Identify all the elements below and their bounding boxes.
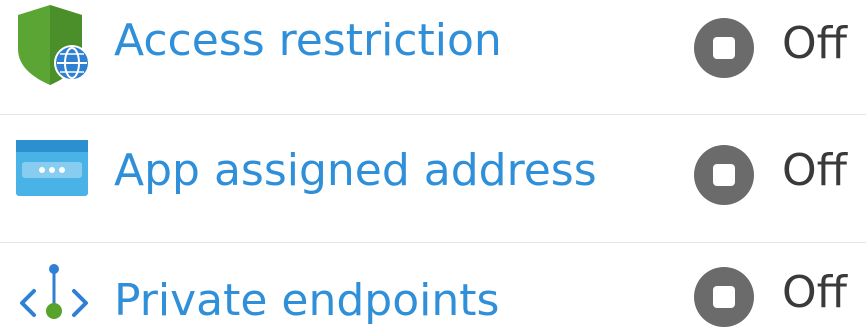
list-item-private-endpoints: Private endpoints Off [0, 243, 866, 330]
stop-status-icon [694, 145, 754, 205]
stop-status-icon [694, 267, 754, 327]
list-item-app-assigned-address: App assigned address Off [0, 115, 866, 243]
access-restriction-link[interactable]: Access restriction [114, 19, 502, 63]
status-text: Off [782, 145, 847, 196]
private-endpoints-link[interactable]: Private endpoints [114, 279, 499, 323]
stop-status-icon [694, 18, 754, 78]
list-item-access-restriction: Access restriction Off [0, 0, 866, 85]
private-endpoint-icon [14, 261, 94, 330]
shield-globe-icon [14, 5, 94, 89]
status-text: Off [782, 18, 847, 69]
networking-features-list: Access restriction Off App assigned addr… [0, 0, 866, 330]
app-assigned-address-link[interactable]: App assigned address [114, 149, 597, 193]
app-address-icon [14, 138, 90, 202]
status-text: Off [782, 267, 847, 318]
